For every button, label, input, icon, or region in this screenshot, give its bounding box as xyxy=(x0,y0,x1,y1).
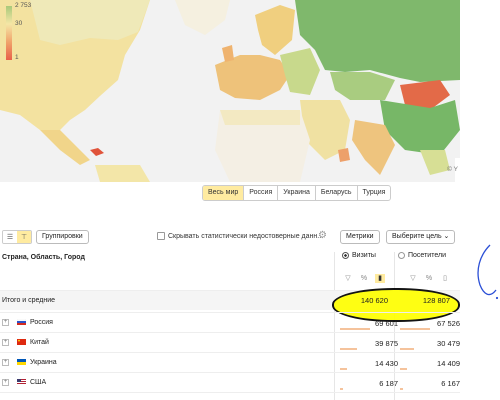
metric-visits-header[interactable]: Визиты xyxy=(342,252,376,259)
table-header: Страна, Область, Город Визиты Посетители… xyxy=(0,252,460,400)
region-caribbean xyxy=(90,148,104,156)
tab-world[interactable]: Весь мир xyxy=(203,186,245,200)
table-row[interactable]: + Украина 14 430 14 409 xyxy=(0,352,460,372)
region-tabs: Весь мир Россия Украина Беларусь Турция xyxy=(202,185,392,201)
row-name[interactable]: Россия xyxy=(30,319,53,326)
region-uk xyxy=(222,45,234,62)
total-visitors: 128 807 xyxy=(422,296,450,305)
table-row[interactable]: + США 6 187 6 167 xyxy=(0,372,460,392)
expand-icon[interactable]: + xyxy=(2,379,9,386)
expand-icon[interactable]: + xyxy=(2,339,9,346)
visitors-bar xyxy=(400,388,403,390)
filter-icon[interactable]: ▽ xyxy=(343,274,353,283)
tree-view-icon[interactable]: ⊤ xyxy=(17,231,31,243)
visits-bar xyxy=(340,348,357,350)
percent-icon[interactable]: % xyxy=(424,274,434,283)
tab-russia[interactable]: Россия xyxy=(244,186,279,200)
bar-chart-icon[interactable]: ▯ xyxy=(440,274,450,283)
region-europe-east xyxy=(280,48,320,95)
row-name[interactable]: США xyxy=(30,379,46,386)
row-name[interactable]: Китай xyxy=(30,339,49,346)
map-copyright: © Y xyxy=(447,166,458,173)
row-visits: 14 430 xyxy=(375,359,398,368)
visits-bar xyxy=(340,328,370,330)
region-south-america xyxy=(95,165,150,182)
row-visits: 39 875 xyxy=(375,339,398,348)
legend-gradient xyxy=(6,6,12,60)
metrics-button[interactable]: Метрики xyxy=(340,230,380,244)
visits-radio[interactable] xyxy=(342,252,349,259)
usa-flag-icon xyxy=(17,379,26,385)
hide-unreliable-checkbox[interactable] xyxy=(157,232,165,240)
legend-mid: 30 xyxy=(15,20,23,27)
region-greenland xyxy=(175,0,230,35)
ukraine-flag-icon xyxy=(17,359,26,365)
region-north-africa xyxy=(220,110,300,125)
hide-unreliable-toggle[interactable]: Скрывать статистически недостоверные дан… xyxy=(157,232,323,240)
hide-unreliable-label: Скрывать статистически недостоверные дан… xyxy=(168,232,324,240)
region-kazakhstan xyxy=(330,72,395,100)
row-visitors: 14 409 xyxy=(437,359,460,368)
filter-icon[interactable]: ▽ xyxy=(408,274,418,283)
view-toggle: ☰ ⊤ xyxy=(2,230,32,244)
expand-icon[interactable]: + xyxy=(2,319,9,326)
region-mexico xyxy=(40,130,90,165)
metric-visitors-header[interactable]: Посетители xyxy=(398,252,446,259)
world-map[interactable]: 2 753 30 1 © Y xyxy=(0,0,460,182)
row-visitors: 67 526 xyxy=(437,319,460,328)
china-flag-icon xyxy=(17,339,26,345)
visitors-bar xyxy=(400,328,430,330)
table-row[interactable] xyxy=(0,392,460,400)
groupings-button[interactable]: Группировки xyxy=(36,230,89,244)
percent-icon[interactable]: % xyxy=(359,274,369,283)
visitors-bar xyxy=(400,348,414,350)
map-svg xyxy=(0,0,460,182)
dimension-header: Страна, Область, Город xyxy=(2,254,85,261)
region-europe-west xyxy=(215,55,290,100)
total-values: 140 620 128 807 xyxy=(0,290,460,310)
legend-min: 1 xyxy=(15,54,19,61)
pen-scribble xyxy=(477,244,499,300)
table-row[interactable]: + Китай 39 875 30 479 xyxy=(0,332,460,352)
report-toolbar: ☰ ⊤ Группировки Скрывать статистически н… xyxy=(0,228,460,246)
visits-bar xyxy=(340,388,343,390)
row-name[interactable]: Украина xyxy=(30,359,57,366)
gear-icon[interactable]: ⚙ xyxy=(318,230,327,241)
visitors-radio[interactable] xyxy=(398,252,405,259)
map-legend: 2 753 30 1 xyxy=(6,2,36,64)
select-goal-button[interactable]: Выберите цель ⌄ xyxy=(386,230,456,244)
visitors-column-tools: ▽ % ▯ xyxy=(408,274,450,283)
tab-belarus[interactable]: Беларусь xyxy=(316,186,358,200)
tab-ukraine[interactable]: Украина xyxy=(278,186,316,200)
row-visitors: 6 167 xyxy=(441,379,460,388)
russia-flag-icon xyxy=(17,319,26,325)
legend-max: 2 753 xyxy=(15,2,32,9)
row-visits: 6 187 xyxy=(379,379,398,388)
bar-chart-icon[interactable]: ▮ xyxy=(375,274,385,283)
row-visitors: 30 479 xyxy=(437,339,460,348)
list-view-icon[interactable]: ☰ xyxy=(3,231,17,243)
table-row[interactable]: + Россия 69 601 67 526 xyxy=(0,312,460,332)
region-se-asia xyxy=(420,150,450,175)
expand-icon[interactable]: + xyxy=(2,359,9,366)
region-scandinavia xyxy=(255,5,295,55)
visits-bar xyxy=(340,368,347,370)
region-arabia-spot xyxy=(338,148,350,162)
visits-column-tools: ▽ % ▮ xyxy=(343,274,385,283)
visitors-bar xyxy=(400,368,407,370)
visits-header-label: Визиты xyxy=(352,252,376,259)
total-visits: 140 620 xyxy=(360,296,388,305)
row-visits: 69 601 xyxy=(375,319,398,328)
visitors-header-label: Посетители xyxy=(408,252,446,259)
tab-turkey[interactable]: Турция xyxy=(358,186,391,200)
